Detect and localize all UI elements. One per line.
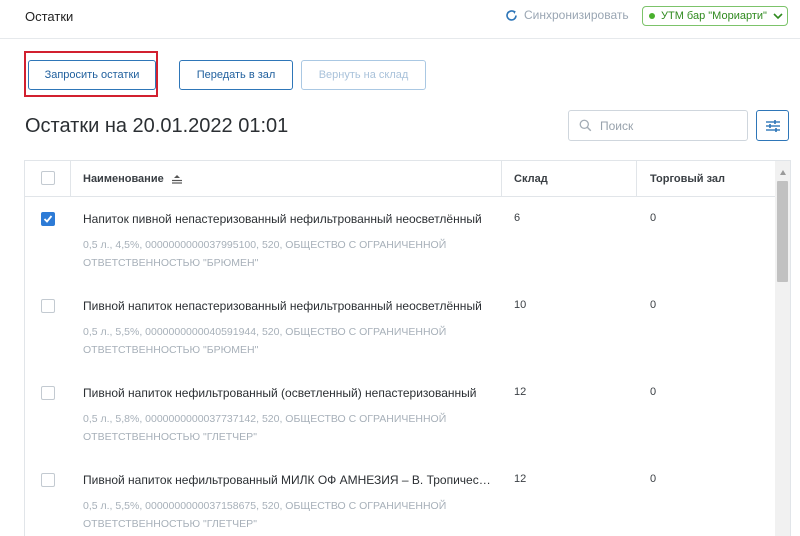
column-header-name-label: Наименование	[83, 172, 164, 185]
return-to-warehouse-button[interactable]: Вернуть на склад	[301, 60, 426, 90]
row-checkbox[interactable]	[41, 299, 55, 313]
product-name: Пивной напиток нефильтрованный МИЛК ОФ А…	[83, 473, 493, 487]
warehouse-qty: 10	[514, 299, 527, 311]
column-divider	[70, 161, 71, 196]
hall-qty: 0	[650, 473, 657, 485]
chevron-down-icon	[773, 13, 783, 20]
scroll-up-arrow-icon[interactable]	[780, 170, 786, 175]
filter-settings-button[interactable]	[756, 110, 789, 141]
search-input[interactable]	[600, 118, 730, 133]
table-row[interactable]: Пивной напиток нефильтрованный МИЛК ОФ А…	[25, 458, 775, 536]
sync-button[interactable]: Синхронизировать	[505, 8, 629, 22]
table-scrollbar[interactable]	[775, 161, 790, 536]
hall-qty: 0	[650, 299, 657, 311]
hall-qty: 0	[650, 212, 657, 224]
table-row[interactable]: Напиток пивной непастеризованный нефильт…	[25, 197, 775, 285]
top-bar: Остатки Синхронизировать УТМ бар "Мориар…	[0, 0, 800, 39]
column-header-name[interactable]: Наименование	[83, 161, 183, 196]
warehouse-qty: 12	[514, 386, 527, 398]
table-row[interactable]: Пивной напиток непастеризованный нефильт…	[25, 284, 775, 372]
page-title: Остатки	[25, 9, 74, 24]
row-checkbox[interactable]	[41, 473, 55, 487]
sync-label: Синхронизировать	[524, 8, 629, 22]
product-name: Напиток пивной непастеризованный нефильт…	[83, 212, 482, 226]
hall-qty: 0	[650, 386, 657, 398]
scroll-thumb[interactable]	[777, 181, 788, 282]
warehouse-qty: 6	[514, 212, 521, 224]
transfer-to-hall-button[interactable]: Передать в зал	[179, 60, 293, 90]
warehouse-qty: 12	[514, 473, 527, 485]
product-details: 0,5 л., 5,5%, 0000000000037158675, 520, …	[83, 500, 447, 530]
stock-table: Наименование Склад Торговый зал Напиток …	[24, 160, 791, 536]
search-box[interactable]	[568, 110, 748, 141]
row-checkbox[interactable]	[41, 212, 55, 226]
sliders-icon	[765, 119, 780, 132]
search-icon	[579, 119, 592, 132]
table-header: Наименование Склад Торговый зал	[25, 161, 775, 197]
product-name: Пивной напиток нефильтрованный (осветлен…	[83, 386, 477, 400]
column-header-zal[interactable]: Торговый зал	[650, 161, 725, 196]
utm-selector[interactable]: УТМ бар "Мориарти"	[642, 6, 788, 26]
column-divider	[636, 161, 637, 196]
column-divider	[501, 161, 502, 196]
product-details: 0,5 л., 5,5%, 0000000000040591944, 520, …	[83, 326, 447, 356]
product-details: 0,5 л., 5,8%, 0000000000037737142, 520, …	[83, 413, 447, 443]
stock-heading: Остатки на 20.01.2022 01:01	[25, 115, 289, 137]
product-details: 0,5 л., 4,5%, 0000000000037995100, 520, …	[83, 239, 447, 269]
sort-ascending-icon	[171, 174, 182, 184]
table-row[interactable]: Пивной напиток нефильтрованный (осветлен…	[25, 371, 775, 459]
select-all-checkbox[interactable]	[41, 171, 55, 185]
product-name: Пивной напиток непастеризованный нефильт…	[83, 299, 482, 313]
sync-icon	[506, 9, 517, 21]
row-checkbox[interactable]	[41, 386, 55, 400]
request-stock-button[interactable]: Запросить остатки	[28, 60, 156, 90]
checkmark-icon	[43, 215, 53, 223]
column-header-sklad[interactable]: Склад	[514, 161, 548, 196]
status-dot	[649, 13, 655, 19]
utm-label: УТМ бар "Мориарти"	[661, 10, 767, 22]
